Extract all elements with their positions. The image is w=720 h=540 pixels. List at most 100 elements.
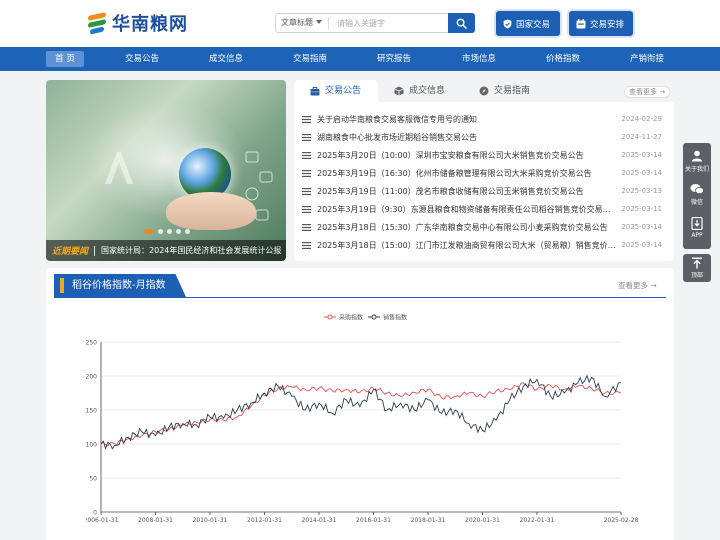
- trade-schedule-button[interactable]: 交易安排: [569, 11, 633, 36]
- nav-price-index[interactable]: 价格指数: [539, 47, 587, 71]
- back-to-top-button[interactable]: 顶部: [683, 254, 711, 282]
- news-panel: 交易公告 成交信息 交易指南 查看更多 → 关于启动华南粮食交易客服微信专用号的…: [294, 80, 674, 261]
- y-tick-label: 100: [86, 442, 97, 449]
- nav-trade-guide[interactable]: 交易指南: [286, 47, 334, 71]
- y-tick-label: 50: [89, 476, 97, 483]
- tab-trade-guide[interactable]: 交易指南: [479, 80, 530, 102]
- search-icon: [456, 18, 467, 29]
- carousel-dot[interactable]: [167, 229, 172, 234]
- x-tick-label: 2025-02-28: [604, 517, 639, 524]
- x-tick-label: 2022-01-31: [520, 517, 555, 524]
- news-item-date: 2025-03-14: [621, 241, 662, 249]
- news-item-title[interactable]: 2025年3月20日（10:00）深圳市宝安粮食有限公司大米销售竞价交易公告: [317, 150, 617, 161]
- tab-label: 交易公告: [325, 86, 362, 96]
- news-item[interactable]: 2025年3月19日（11:00）茂名市粮食收储有限公司玉米销售竞价交易公告 20…: [302, 182, 666, 200]
- list-icon: [302, 151, 311, 159]
- site-header: 华南粮网 文章标题 国家交易 交易安排: [0, 0, 720, 47]
- nav-market-info[interactable]: 市场信息: [455, 47, 503, 71]
- news-item-title[interactable]: 2025年3月19日（9:30）东源县粮食和物资储备有限责任公司稻谷销售竞价交易…: [317, 204, 617, 215]
- price-index-chart: 0 50 100 150 200 250 2006-01-31 2008-01-31 2010-…: [86, 314, 639, 525]
- y-tick-label: 200: [86, 374, 97, 381]
- news-more-link[interactable]: 查看更多 →: [624, 86, 671, 98]
- series-line-purchase: [100, 382, 622, 447]
- news-item-date: 2024-02-29: [621, 115, 662, 123]
- search-box: 文章标题: [275, 13, 475, 33]
- search-input[interactable]: [329, 15, 439, 31]
- news-list: 关于启动华南粮食交易客服微信专用号的通知 2024-02-29 湖南粮食中心批发市场…: [302, 110, 666, 254]
- news-item-title[interactable]: 2025年3月19日（16:30）化州市储备粮管理有限公司大米采购竞价交易公告: [317, 168, 617, 179]
- news-banner-image[interactable]: [46, 80, 286, 261]
- carousel-dot[interactable]: [176, 229, 181, 234]
- national-trade-label: 国家交易: [516, 19, 551, 30]
- compass-icon: [479, 86, 489, 96]
- x-tick-label: 2020-01-31: [465, 517, 500, 524]
- nav-research-reports[interactable]: 研究报告: [370, 47, 418, 71]
- news-item-title[interactable]: 2025年3月18日（15:00）江门市江发粮油商贸有限公司大米（贸易粮）销售竞…: [317, 240, 617, 251]
- back-to-top-label: 顶部: [690, 272, 703, 279]
- search-category-select[interactable]: 文章标题: [276, 17, 329, 29]
- trade-schedule-label: 交易安排: [590, 19, 625, 30]
- series-line-sales: [100, 374, 622, 450]
- banner-tag: 近期要闻: [52, 247, 89, 257]
- news-item-date: 2025-03-11: [621, 205, 662, 213]
- legend-label: 销售指数: [383, 314, 407, 322]
- news-item[interactable]: 2025年3月18日（15:00）江门市江发粮油商贸有限公司大米（贸易粮）销售竞…: [302, 236, 666, 254]
- news-item[interactable]: 关于启动华南粮食交易客服微信专用号的通知 2024-02-29: [302, 110, 666, 128]
- news-item-date: 2025-03-14: [621, 169, 662, 177]
- price-index-panel: 稻谷价格指数-月指数 查看更多 → 0 50 100 150 200 250 2006-01…: [46, 268, 674, 540]
- news-item[interactable]: 湖南粮食中心批发市场近期稻谷销售交易公告 2024-11-27: [302, 128, 666, 146]
- nav-deal-info[interactable]: 成交信息: [202, 47, 250, 71]
- tab-deal-info[interactable]: 成交信息: [394, 80, 445, 102]
- carousel-dot[interactable]: [158, 229, 163, 234]
- national-trade-button[interactable]: 国家交易: [496, 11, 560, 36]
- news-item[interactable]: 2025年3月19日（16:30）化州市储备粮管理有限公司大米采购竞价交易公告 2…: [302, 164, 666, 182]
- list-icon: [302, 187, 311, 195]
- news-item-title[interactable]: 湖南粮食中心批发市场近期稻谷销售交易公告: [317, 132, 617, 143]
- x-tick-label: 2006-01-31: [86, 517, 119, 524]
- tab-trade-notices[interactable]: 交易公告: [294, 80, 378, 102]
- search-button[interactable]: [448, 13, 475, 33]
- news-item[interactable]: 2025年3月18日（15:30）广东华南粮食交易中心有限公司小麦采购竞价交易公…: [302, 218, 666, 236]
- side-item-label: 关于我们: [684, 166, 709, 173]
- news-item-date: 2025-03-14: [621, 223, 662, 231]
- news-item-title[interactable]: 关于启动华南粮食交易客服微信专用号的通知: [317, 114, 617, 125]
- wechat-icon: [690, 184, 704, 195]
- legend-marker: [327, 314, 333, 320]
- hand-graphic: [166, 192, 256, 230]
- carousel-dot[interactable]: [144, 229, 154, 234]
- side-wechat[interactable]: 微信: [683, 183, 711, 206]
- download-icon: [691, 217, 703, 230]
- news-item-date: 2025-03-13: [621, 187, 662, 195]
- x-tick-label: 2018-01-31: [411, 517, 446, 524]
- side-app[interactable]: APP: [683, 217, 711, 239]
- carousel-dots: [144, 229, 194, 234]
- list-icon: [302, 205, 311, 213]
- calendar-icon: [576, 18, 586, 28]
- y-tick-label: 0: [93, 510, 97, 517]
- carousel-dot[interactable]: [185, 229, 190, 234]
- banner-caption-text: 国家统计局：2024年国民经济和社会发展统计公报: [101, 246, 282, 255]
- chart-panel-header: 稻谷价格指数-月指数 查看更多 →: [54, 274, 666, 298]
- tab-label: 交易指南: [494, 86, 531, 96]
- news-item[interactable]: 2025年3月19日（9:30）东源县粮食和物资储备有限责任公司稻谷销售竞价交易…: [302, 200, 666, 218]
- x-tick-label: 2008-01-31: [138, 517, 173, 524]
- nav-trade-notices[interactable]: 交易公告: [118, 47, 166, 71]
- y-tick-label: 250: [86, 340, 97, 347]
- list-icon: [302, 223, 311, 231]
- shield-icon: [503, 19, 512, 28]
- side-item-label: 微信: [690, 199, 703, 206]
- nav-production-sales[interactable]: 产销衔接: [623, 47, 671, 71]
- news-item[interactable]: 2025年3月20日（10:00）深圳市宝安粮食有限公司大米销售竞价交易公告 20…: [302, 146, 666, 164]
- banner-caption[interactable]: 近期要闻 国家统计局：2024年国民经济和社会发展统计公报: [46, 240, 286, 261]
- side-item-label: APP: [691, 232, 703, 239]
- news-item-title[interactable]: 2025年3月19日（11:00）茂名市粮食收储有限公司玉米销售竞价交易公告: [317, 186, 617, 197]
- site-logo[interactable]: 华南粮网: [88, 10, 188, 36]
- chart-more-link[interactable]: 查看更多 →: [618, 280, 657, 291]
- news-item-title[interactable]: 2025年3月18日（15:30）广东华南粮食交易中心有限公司小麦采购竞价交易公…: [317, 222, 617, 233]
- list-icon: [302, 169, 311, 177]
- side-about-us[interactable]: 关于我们: [683, 150, 711, 173]
- main-nav: 首 页 交易公告 成交信息 交易指南 研究报告 市场信息 价格指数 产销衔接: [0, 47, 720, 71]
- nav-home[interactable]: 首 页: [46, 51, 84, 67]
- side-toolbar-group: 关于我们 微信 APP: [683, 143, 711, 249]
- box-icon: [394, 86, 404, 96]
